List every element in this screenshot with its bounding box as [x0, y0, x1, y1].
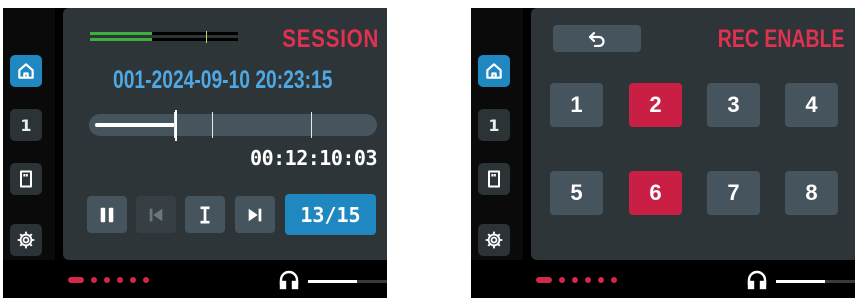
page-dot-active	[536, 277, 552, 283]
page-dot	[130, 277, 136, 283]
timecode-display: 00:12:10:03	[250, 146, 377, 170]
rec-enable-title: REC ENABLE	[718, 25, 845, 53]
session-title: SESSION	[282, 25, 379, 53]
sidebar: 1	[471, 8, 523, 260]
track-8-button[interactable]: 8	[785, 171, 838, 215]
page-dot	[104, 277, 110, 283]
page-dot	[91, 277, 97, 283]
playhead[interactable]	[175, 110, 177, 141]
track-3-button[interactable]: 3	[707, 83, 760, 127]
sd-card-icon	[20, 170, 32, 188]
session-name: 001-2024-09-10 20:23:15	[113, 66, 333, 94]
timeline-scrubber[interactable]	[89, 110, 377, 141]
page-dot	[143, 277, 149, 283]
track-label: 4	[805, 92, 818, 117]
timeline-marker	[311, 112, 312, 138]
track-label: 6	[649, 180, 662, 205]
sidebar-channel-button[interactable]: 1	[10, 109, 42, 141]
page-dot	[598, 277, 604, 283]
track-1-button[interactable]: 1	[550, 83, 603, 127]
home-icon	[486, 63, 502, 79]
headphone-volume-bar[interactable]	[776, 280, 855, 283]
session-screen: 1 SESSION 001-2024-09-10 20:23:15 00:12:…	[3, 8, 387, 298]
track-7-button[interactable]: 7	[707, 171, 760, 215]
back-button[interactable]	[553, 25, 641, 52]
track-6-button[interactable]: 6	[629, 171, 682, 215]
session-panel: SESSION 001-2024-09-10 20:23:15 00:12:10…	[63, 8, 387, 260]
track-label: 1	[570, 92, 583, 117]
page-dot	[572, 277, 578, 283]
page-dot-active	[68, 277, 84, 283]
track-label: 7	[727, 180, 740, 205]
timeline-marker	[174, 112, 175, 138]
sidebar-home-button[interactable]	[478, 55, 510, 87]
page-dot	[117, 277, 123, 283]
sidebar-channel-label: 1	[20, 115, 32, 135]
sidebar-home-button[interactable]	[10, 55, 42, 87]
sidebar: 1	[3, 8, 55, 260]
status-footer	[3, 260, 387, 298]
gear-icon	[485, 231, 503, 249]
headphones-icon	[279, 270, 299, 290]
headphones-icon	[747, 270, 767, 290]
timeline-played	[95, 123, 175, 127]
rec-enable-panel: REC ENABLE 1 2 3 4 5 6 7 8	[531, 8, 855, 260]
level-meter	[90, 31, 238, 43]
rec-enable-screen: 1 REC ENABLE 1 2 3 4 5 6 7 8	[471, 8, 855, 298]
track-label: 5	[570, 180, 583, 205]
sidebar-settings-button[interactable]	[10, 224, 42, 256]
track-5-button[interactable]: 5	[550, 171, 603, 215]
skip-forward-icon	[248, 208, 262, 221]
marker-counter[interactable]: 13/15	[285, 194, 376, 235]
marker-icon	[200, 205, 210, 224]
pause-icon	[100, 207, 114, 222]
skip-back-icon	[149, 208, 163, 221]
pause-button[interactable]	[87, 196, 127, 233]
sidebar-channel-button[interactable]: 1	[478, 109, 510, 141]
home-icon	[18, 63, 34, 79]
sidebar-storage-button[interactable]	[478, 163, 510, 195]
gear-icon	[17, 231, 35, 249]
page-dot	[585, 277, 591, 283]
headphone-volume-bar[interactable]	[308, 280, 387, 283]
timeline-marker	[212, 112, 213, 138]
page-indicator	[68, 277, 149, 283]
add-marker-button[interactable]	[185, 196, 225, 233]
skip-back-button[interactable]	[136, 196, 176, 233]
sidebar-settings-button[interactable]	[478, 224, 510, 256]
page-dot	[559, 277, 565, 283]
status-footer	[471, 260, 855, 298]
sd-card-icon	[488, 170, 500, 188]
back-arrow-icon	[588, 31, 605, 47]
sidebar-channel-label: 1	[488, 115, 500, 135]
page-dot	[611, 277, 617, 283]
skip-forward-button[interactable]	[235, 196, 275, 233]
track-label: 3	[727, 92, 740, 117]
track-2-button[interactable]: 2	[629, 83, 682, 127]
track-label: 8	[805, 180, 818, 205]
sidebar-storage-button[interactable]	[10, 163, 42, 195]
track-label: 2	[649, 92, 662, 117]
page-indicator	[536, 277, 617, 283]
track-4-button[interactable]: 4	[785, 83, 838, 127]
